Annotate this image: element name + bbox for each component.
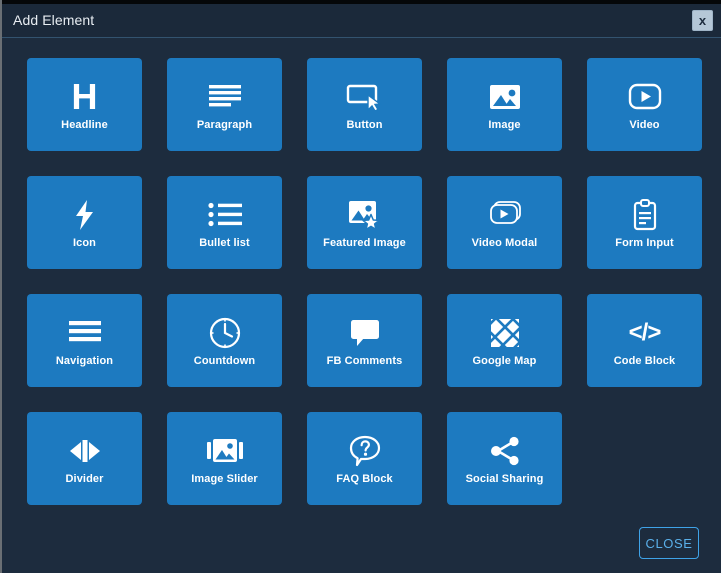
video-play-icon — [628, 77, 662, 117]
element-tile-faq-block[interactable]: FAQ Block — [307, 412, 422, 505]
tile-label: Button — [346, 119, 383, 131]
modal-footer: CLOSE — [2, 515, 721, 573]
tile-label: FB Comments — [326, 355, 403, 367]
element-tile-social-sharing[interactable]: Social Sharing — [447, 412, 562, 505]
hamburger-menu-icon — [68, 313, 102, 353]
image-slider-icon — [206, 431, 244, 471]
tile-label: Social Sharing — [465, 473, 544, 485]
element-tile-video-modal[interactable]: Video Modal — [447, 176, 562, 269]
element-tile-video[interactable]: Video — [587, 58, 702, 151]
tile-label: Code Block — [613, 355, 676, 367]
element-tile-countdown[interactable]: Countdown — [167, 294, 282, 387]
element-tile-bullet-list[interactable]: Bullet list — [167, 176, 282, 269]
tile-label: Bullet list — [199, 237, 250, 249]
element-tile-form-input[interactable]: Form Input — [587, 176, 702, 269]
tile-label: Countdown — [193, 355, 256, 367]
lightning-bolt-icon — [73, 195, 97, 235]
element-grid: H Headline Paragraph Button Image Video … — [27, 58, 702, 505]
element-tile-featured-image[interactable]: Featured Image — [307, 176, 422, 269]
divider-arrows-icon — [68, 431, 102, 471]
element-tile-navigation[interactable]: Navigation — [27, 294, 142, 387]
tile-label: FAQ Block — [336, 473, 393, 485]
element-tile-google-map[interactable]: Google Map — [447, 294, 562, 387]
close-icon[interactable]: x — [692, 10, 713, 31]
image-icon — [489, 77, 521, 117]
headline-icon: H — [71, 76, 98, 117]
element-tile-image[interactable]: Image — [447, 58, 562, 151]
tile-label: Image Slider — [191, 473, 258, 485]
paragraph-icon — [207, 77, 243, 117]
element-tile-code-block[interactable]: </> Code Block — [587, 294, 702, 387]
featured-image-star-icon — [348, 195, 382, 235]
clipboard-form-icon — [632, 195, 658, 235]
speech-bubble-icon — [349, 313, 381, 353]
element-tile-icon[interactable]: Icon — [27, 176, 142, 269]
tile-label: Image — [488, 119, 521, 131]
element-tile-image-slider[interactable]: Image Slider — [167, 412, 282, 505]
code-brackets-icon: </> — [628, 319, 662, 346]
tile-label: Video Modal — [471, 237, 538, 249]
share-nodes-icon — [489, 431, 521, 471]
bullet-list-icon — [207, 195, 243, 235]
tile-label: Icon — [72, 237, 96, 249]
element-tile-button[interactable]: Button — [307, 58, 422, 151]
question-bubble-icon — [349, 431, 381, 471]
button-cursor-icon — [346, 77, 384, 117]
tile-label: Featured Image — [323, 237, 406, 249]
page-title: Add Element — [13, 12, 95, 28]
clock-icon — [209, 313, 241, 353]
tile-label: Headline — [61, 119, 108, 131]
tile-label: Google Map — [472, 355, 537, 367]
tile-label: Divider — [65, 473, 104, 485]
modal-titlebar: Add Element x — [2, 4, 721, 38]
close-button[interactable]: CLOSE — [639, 527, 699, 559]
element-tile-divider[interactable]: Divider — [27, 412, 142, 505]
tile-label: Paragraph — [196, 119, 253, 131]
element-tile-paragraph[interactable]: Paragraph — [167, 58, 282, 151]
video-modal-icon — [487, 195, 523, 235]
add-element-modal: Add Element x H Headline Paragraph Butto… — [0, 0, 721, 573]
tile-label: Form Input — [615, 237, 674, 249]
map-grid-icon — [490, 313, 520, 353]
element-tile-fb-comments[interactable]: FB Comments — [307, 294, 422, 387]
tile-label: Video — [629, 119, 660, 131]
tile-label: Navigation — [55, 355, 114, 367]
element-tile-headline[interactable]: H Headline — [27, 58, 142, 151]
